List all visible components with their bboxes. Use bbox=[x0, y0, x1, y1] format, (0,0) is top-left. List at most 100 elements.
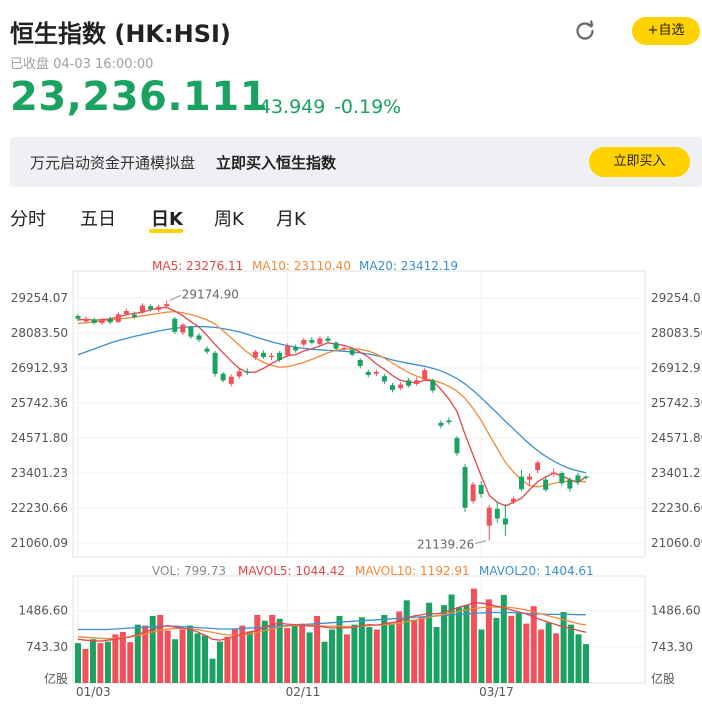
volume-bar bbox=[508, 615, 515, 683]
price-axis-label-right: 25742.36 bbox=[651, 396, 702, 410]
refresh-icon-graphic bbox=[576, 20, 594, 40]
volume-bar bbox=[209, 658, 216, 683]
candle-body bbox=[470, 484, 476, 502]
candle-body bbox=[398, 384, 404, 389]
add-watchlist-button[interactable]: +自选 bbox=[632, 17, 700, 45]
volume-bar bbox=[329, 629, 335, 683]
candle-body bbox=[333, 342, 339, 349]
volume-bar bbox=[112, 634, 119, 683]
candle-body bbox=[365, 371, 371, 375]
candle-body bbox=[99, 320, 105, 323]
ma10-line bbox=[77, 310, 587, 488]
candle-body bbox=[91, 319, 97, 323]
candle-body bbox=[535, 462, 541, 471]
page-title: 恒生指数 (HK:HSI) bbox=[10, 20, 231, 48]
volume-axis-label-left: 743.30 bbox=[26, 640, 68, 654]
date-axis-label: 01/03 bbox=[76, 685, 111, 699]
volume-bar bbox=[187, 625, 194, 683]
candle-body bbox=[486, 507, 492, 526]
candle-body bbox=[462, 467, 468, 508]
volume-bar bbox=[448, 594, 455, 683]
volume-bar bbox=[75, 643, 81, 683]
price-axis-label-right: 26912.93 bbox=[651, 361, 702, 375]
buy-now-button[interactable]: 立即买入 bbox=[589, 147, 690, 177]
candle-body bbox=[164, 304, 170, 307]
volume-bar bbox=[388, 624, 395, 683]
candle-body bbox=[438, 422, 444, 426]
tab-daily-k[interactable]: 日K bbox=[151, 205, 183, 231]
candle-body bbox=[430, 380, 436, 391]
volume-axis-label-left: 1486.60 bbox=[18, 604, 68, 618]
volume-bar bbox=[351, 624, 358, 683]
candle-body bbox=[140, 305, 146, 313]
volume-bar bbox=[441, 605, 448, 683]
candle-body bbox=[422, 370, 428, 380]
candle-body bbox=[236, 371, 242, 377]
kline-chart[interactable]: 29254.07 29254.07 28083.50 28083.50 26912.93… bbox=[0, 254, 702, 714]
volume-bar bbox=[202, 635, 208, 683]
price-axis-label-left: 23401.23 bbox=[11, 466, 68, 480]
candle-body bbox=[349, 349, 355, 355]
candle-body bbox=[252, 351, 258, 358]
price-legend-item: MA10: 23110.40 bbox=[252, 259, 351, 273]
volume-bar bbox=[493, 617, 500, 683]
refresh-icon[interactable] bbox=[574, 20, 596, 42]
candle-body bbox=[341, 348, 347, 350]
candle-body bbox=[478, 484, 484, 494]
candle-body bbox=[567, 479, 573, 489]
candle-body bbox=[454, 438, 460, 454]
volume-bar bbox=[157, 614, 164, 683]
price-axis-label-left: 22230.66 bbox=[11, 501, 68, 515]
candle-body bbox=[583, 476, 589, 478]
volume-bar bbox=[358, 617, 365, 683]
price-axis-label-right: 22230.66 bbox=[651, 501, 702, 515]
candle-body bbox=[220, 373, 226, 381]
price-axis-label-left: 24571.80 bbox=[11, 431, 68, 445]
tab-monthly-k[interactable]: 月K bbox=[276, 205, 306, 231]
candle-body bbox=[260, 352, 266, 358]
candle-body bbox=[325, 338, 331, 341]
candle-body bbox=[381, 376, 387, 382]
candle-body bbox=[317, 338, 323, 344]
price-axis-label-left: 29254.07 bbox=[11, 291, 68, 305]
volume-bar bbox=[560, 611, 567, 683]
tab-weekly-k[interactable]: 周K bbox=[214, 205, 244, 231]
candle-body bbox=[389, 385, 395, 390]
candle-body bbox=[172, 318, 178, 332]
volume-bar bbox=[291, 625, 298, 683]
volume-bar bbox=[104, 641, 111, 683]
volume-bar bbox=[545, 622, 552, 683]
price-legend-item: MA5: 23276.11 bbox=[152, 259, 243, 273]
volume-bar bbox=[172, 639, 179, 683]
candle-body bbox=[406, 380, 412, 386]
volume-bar bbox=[246, 631, 253, 683]
price-axis-label-left: 26912.93 bbox=[11, 361, 68, 375]
price-axis-label-left: 21060.09 bbox=[11, 536, 68, 550]
price-axis-label-right: 24571.80 bbox=[651, 431, 702, 445]
volume-bar bbox=[194, 633, 201, 683]
price-axis-label-right: 21060.09 bbox=[651, 536, 702, 550]
market-status: 已收盘 04-03 16:00:00 bbox=[10, 57, 154, 72]
candle-body bbox=[301, 339, 307, 345]
volume-bar bbox=[553, 633, 560, 683]
tab-intraday[interactable]: 分时 bbox=[10, 205, 46, 231]
candle-body bbox=[502, 518, 508, 525]
volume-bar bbox=[127, 642, 134, 683]
candle-body bbox=[277, 352, 283, 361]
price-axis-label-left: 25742.36 bbox=[11, 396, 68, 410]
tab-five-day[interactable]: 五日 bbox=[80, 205, 116, 231]
date-axis-label: 02/11 bbox=[286, 685, 321, 699]
volume-bar bbox=[568, 624, 575, 683]
volume-bar bbox=[254, 614, 261, 683]
candle-body bbox=[75, 316, 81, 319]
candle-body bbox=[228, 376, 234, 384]
volume-bar bbox=[97, 643, 104, 683]
candle-body bbox=[373, 371, 379, 374]
ma5-line bbox=[77, 306, 587, 507]
volume-bar bbox=[179, 629, 186, 683]
candle-body bbox=[131, 314, 137, 317]
active-tab-indicator bbox=[149, 229, 183, 233]
price-axis-label-right: 28083.50 bbox=[651, 326, 702, 340]
volume-unit-right: 亿股 bbox=[651, 671, 675, 686]
volume-bar bbox=[523, 623, 530, 683]
